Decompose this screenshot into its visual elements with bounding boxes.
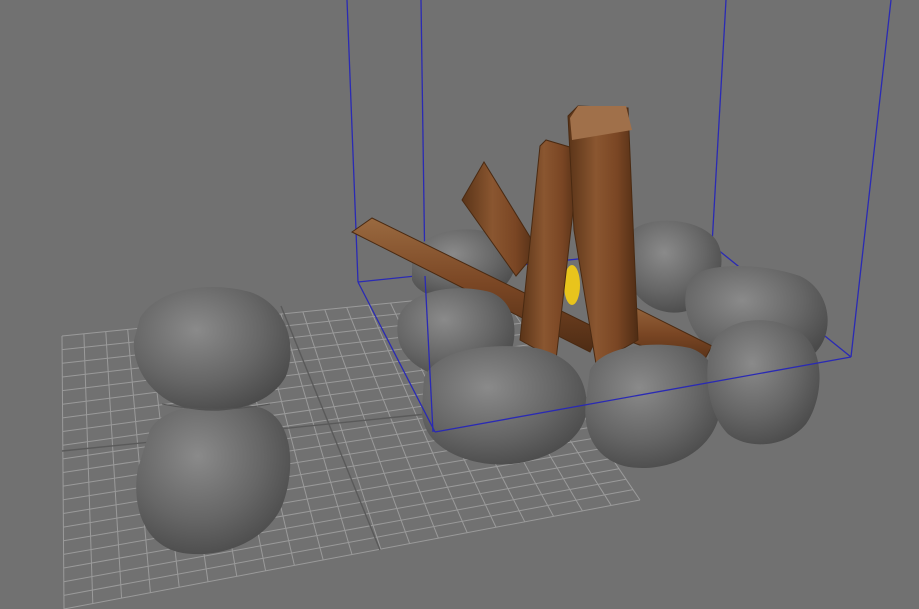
stone xyxy=(421,346,587,465)
3d-viewport[interactable] xyxy=(0,0,919,609)
stone xyxy=(707,320,820,445)
stone-object-upper xyxy=(133,287,291,411)
viewport-canvas[interactable] xyxy=(0,0,919,609)
